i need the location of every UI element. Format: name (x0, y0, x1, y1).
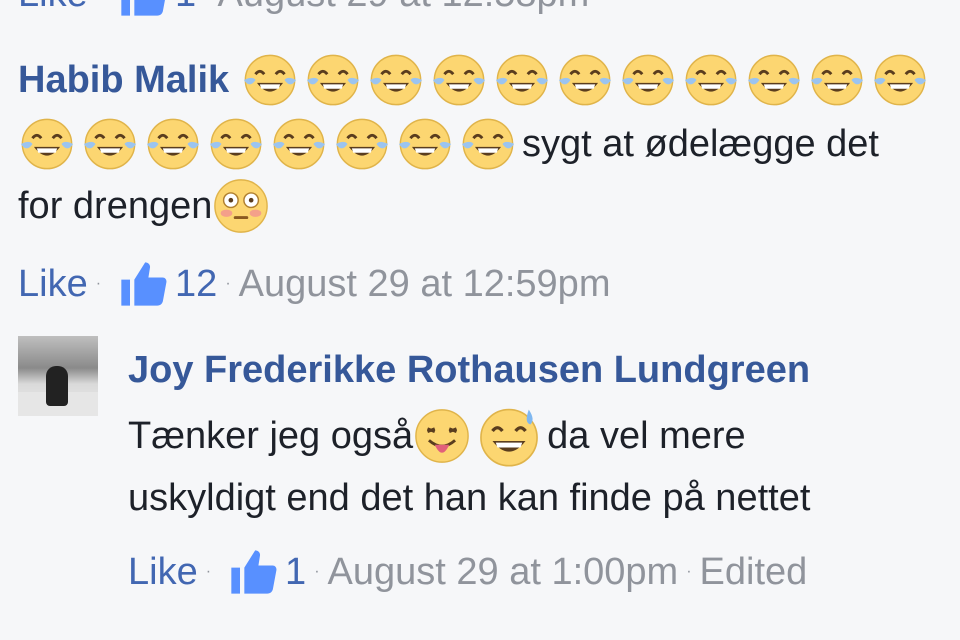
comment-text: Tænker jeg også (128, 414, 414, 457)
comment-text: for drengen (18, 184, 213, 227)
thumbs-up-icon (121, 0, 166, 16)
separator: · (686, 563, 692, 580)
thumbs-up-icon (231, 550, 277, 594)
comment-text: sygt at ødelægge det (522, 122, 879, 165)
comment-actions: Like · 12 · August 29 at 12:59pm (18, 258, 610, 310)
face-with-tears-of-joy-icon (333, 115, 391, 173)
face-with-tears-of-joy-icon (396, 115, 454, 173)
comment-author[interactable]: Joy Frederikke Rothausen Lundgreen (128, 349, 810, 392)
face-with-tears-of-joy-icon (556, 51, 614, 109)
separator: · (95, 275, 102, 292)
face-with-tears-of-joy-icon (18, 115, 76, 173)
face-with-tears-of-joy-icon (619, 51, 677, 109)
like-link[interactable]: Like (18, 0, 88, 16)
emoji-row (241, 51, 934, 109)
face-with-tears-of-joy-icon (144, 115, 202, 173)
face-with-tears-of-joy-icon (682, 51, 740, 109)
comment-actions: Like · 1 · August 29 at 1:00pm · Edited (128, 546, 807, 598)
face-with-tears-of-joy-icon (241, 51, 299, 109)
face-with-tears-of-joy-icon (745, 51, 803, 109)
avatar[interactable] (18, 336, 98, 416)
separator: · (96, 0, 101, 3)
face-with-tears-of-joy-icon (808, 51, 866, 109)
emoji-row (18, 115, 522, 173)
like-link[interactable]: Like (18, 263, 88, 306)
face-with-tears-of-joy-icon (493, 51, 551, 109)
like-link[interactable]: Like (128, 551, 198, 594)
like-count[interactable]: 12 (175, 263, 217, 306)
separator: · (204, 0, 209, 3)
comment-text: da vel mere (547, 414, 746, 457)
face-with-tears-of-joy-icon (871, 51, 929, 109)
face-with-tears-of-joy-icon (270, 115, 328, 173)
separator: · (205, 563, 212, 580)
like-count: 1 (175, 0, 196, 16)
face-with-tongue-icon (413, 407, 471, 465)
separator: · (314, 563, 320, 580)
timestamp[interactable]: August 29 at 12:59pm (239, 263, 611, 306)
flushed-face-icon (212, 177, 270, 235)
comment-text: uskyldigt end det han kan finde på nette… (128, 476, 811, 519)
face-with-tears-of-joy-icon (367, 51, 425, 109)
grinning-sweat-icon (476, 403, 542, 469)
face-with-tears-of-joy-icon (207, 115, 265, 173)
timestamp[interactable]: August 29 at 12:58pm (218, 0, 590, 16)
face-with-tears-of-joy-icon (81, 115, 139, 173)
edited-link[interactable]: Edited (700, 551, 808, 594)
separator: · (225, 275, 231, 292)
face-with-tears-of-joy-icon (459, 115, 517, 173)
face-with-tears-of-joy-icon (430, 51, 488, 109)
like-count[interactable]: 1 (285, 551, 306, 594)
face-with-tears-of-joy-icon (304, 51, 362, 109)
top-partial-meta: Like · 1 · August 29 at 12:58pm (18, 0, 590, 16)
comment-author[interactable]: Habib Malik (18, 59, 229, 102)
timestamp[interactable]: August 29 at 1:00pm (328, 551, 679, 594)
thumbs-up-icon (121, 262, 167, 306)
